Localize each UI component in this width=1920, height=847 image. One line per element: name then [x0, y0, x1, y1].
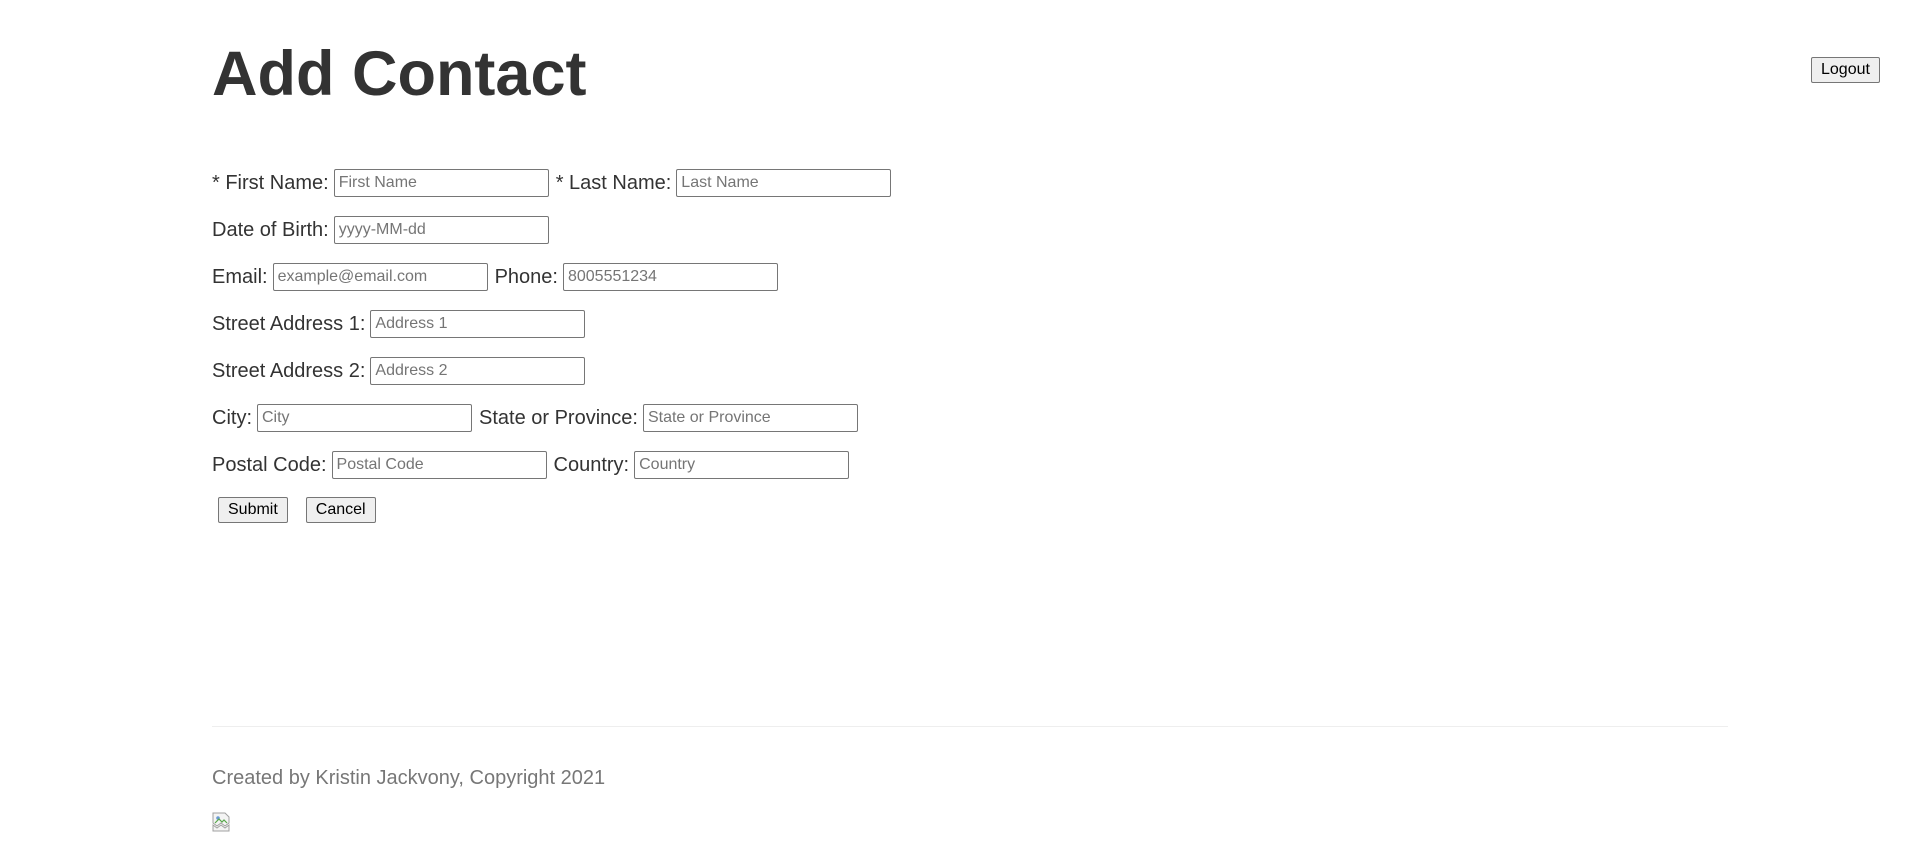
street2-input[interactable] — [370, 357, 586, 385]
logout-button[interactable]: Logout — [1811, 57, 1880, 83]
state-label: State or Province: — [479, 407, 638, 429]
city-state-row: City: State or Province: — [212, 403, 898, 433]
postal-input[interactable] — [331, 451, 547, 479]
city-input[interactable] — [257, 404, 472, 432]
footer-copyright: Created by Kristin Jackvony, Copyright 2… — [212, 767, 606, 789]
state-input[interactable] — [642, 404, 858, 432]
postal-country-row: Postal Code: Country: — [212, 450, 898, 480]
last-name-input[interactable] — [676, 169, 892, 197]
city-label: City: — [212, 407, 252, 429]
street1-label: Street Address 1: — [212, 313, 366, 335]
dob-row: Date of Birth: — [212, 215, 898, 245]
last-name-label: * Last Name: — [555, 172, 672, 194]
country-label: Country: — [553, 454, 630, 476]
phone-input[interactable] — [562, 263, 778, 291]
submit-button[interactable]: Submit — [218, 497, 288, 523]
contact-row: Email: Phone: — [212, 262, 898, 292]
street1-input[interactable] — [370, 310, 586, 338]
email-input[interactable] — [272, 263, 488, 291]
name-row: * First Name: * Last Name: — [212, 168, 898, 198]
dob-label: Date of Birth: — [212, 219, 329, 241]
street2-label: Street Address 2: — [212, 360, 366, 382]
postal-label: Postal Code: — [212, 454, 327, 476]
dob-input[interactable] — [333, 216, 549, 244]
country-input[interactable] — [634, 451, 850, 479]
form-actions: Submit Cancel — [218, 497, 898, 523]
cancel-button[interactable]: Cancel — [305, 497, 376, 523]
add-contact-form: * First Name: * Last Name: Date of Birth… — [212, 168, 898, 523]
phone-label: Phone: — [494, 266, 558, 288]
page-title: Add Contact — [212, 39, 587, 109]
email-label: Email: — [212, 266, 268, 288]
street2-row: Street Address 2: — [212, 356, 898, 386]
page: Logout Add Contact * First Name: * Last … — [0, 0, 1920, 847]
footer-divider — [212, 726, 1728, 727]
first-name-label: * First Name: — [212, 172, 329, 194]
broken-image-icon — [212, 812, 230, 832]
street1-row: Street Address 1: — [212, 309, 898, 339]
first-name-input[interactable] — [333, 169, 549, 197]
